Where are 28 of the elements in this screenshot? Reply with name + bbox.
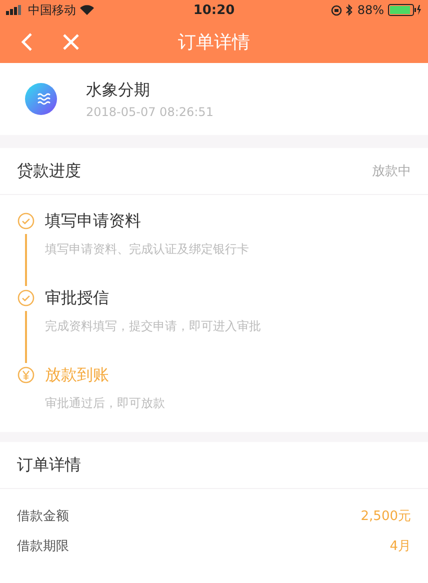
battery-icon (388, 4, 422, 16)
step-title: 填写申请资料 (45, 210, 142, 232)
section-title: 订单详情 (17, 454, 81, 476)
step-title: 放款到账 (45, 364, 110, 386)
step-title: 审批授信 (45, 287, 110, 309)
order-date: 2018-05-07 08:26:51 (86, 104, 214, 118)
lock-rotation-icon (331, 4, 342, 16)
clock-time: 10:20 (193, 2, 235, 18)
wifi-icon (80, 5, 94, 15)
detail-label: 借款金额 (17, 508, 69, 525)
signal-icon (6, 5, 24, 15)
section-title: 贷款进度 (17, 160, 81, 182)
loan-status: 放款中 (372, 163, 411, 180)
step-description: 审批通过后，即可放款 (45, 395, 166, 412)
battery-percent: 88% (357, 3, 384, 17)
check-icon (17, 212, 35, 230)
bluetooth-icon (346, 4, 354, 16)
yen-icon (17, 366, 35, 384)
detail-label: 借款期限 (17, 538, 69, 555)
detail-value: 4月 (390, 538, 411, 555)
product-name: 水象分期 (86, 80, 151, 100)
logo-icon (24, 82, 58, 116)
step-description: 填写申请资料、完成认证及绑定银行卡 (45, 241, 250, 258)
step-description: 完成资料填写，提交申请，即可进入审批 (45, 318, 262, 335)
check-icon (17, 289, 35, 307)
page-title: 订单详情 (178, 30, 250, 54)
carrier-name: 中国移动 (28, 2, 76, 18)
detail-value: 2,500元 (360, 508, 411, 525)
